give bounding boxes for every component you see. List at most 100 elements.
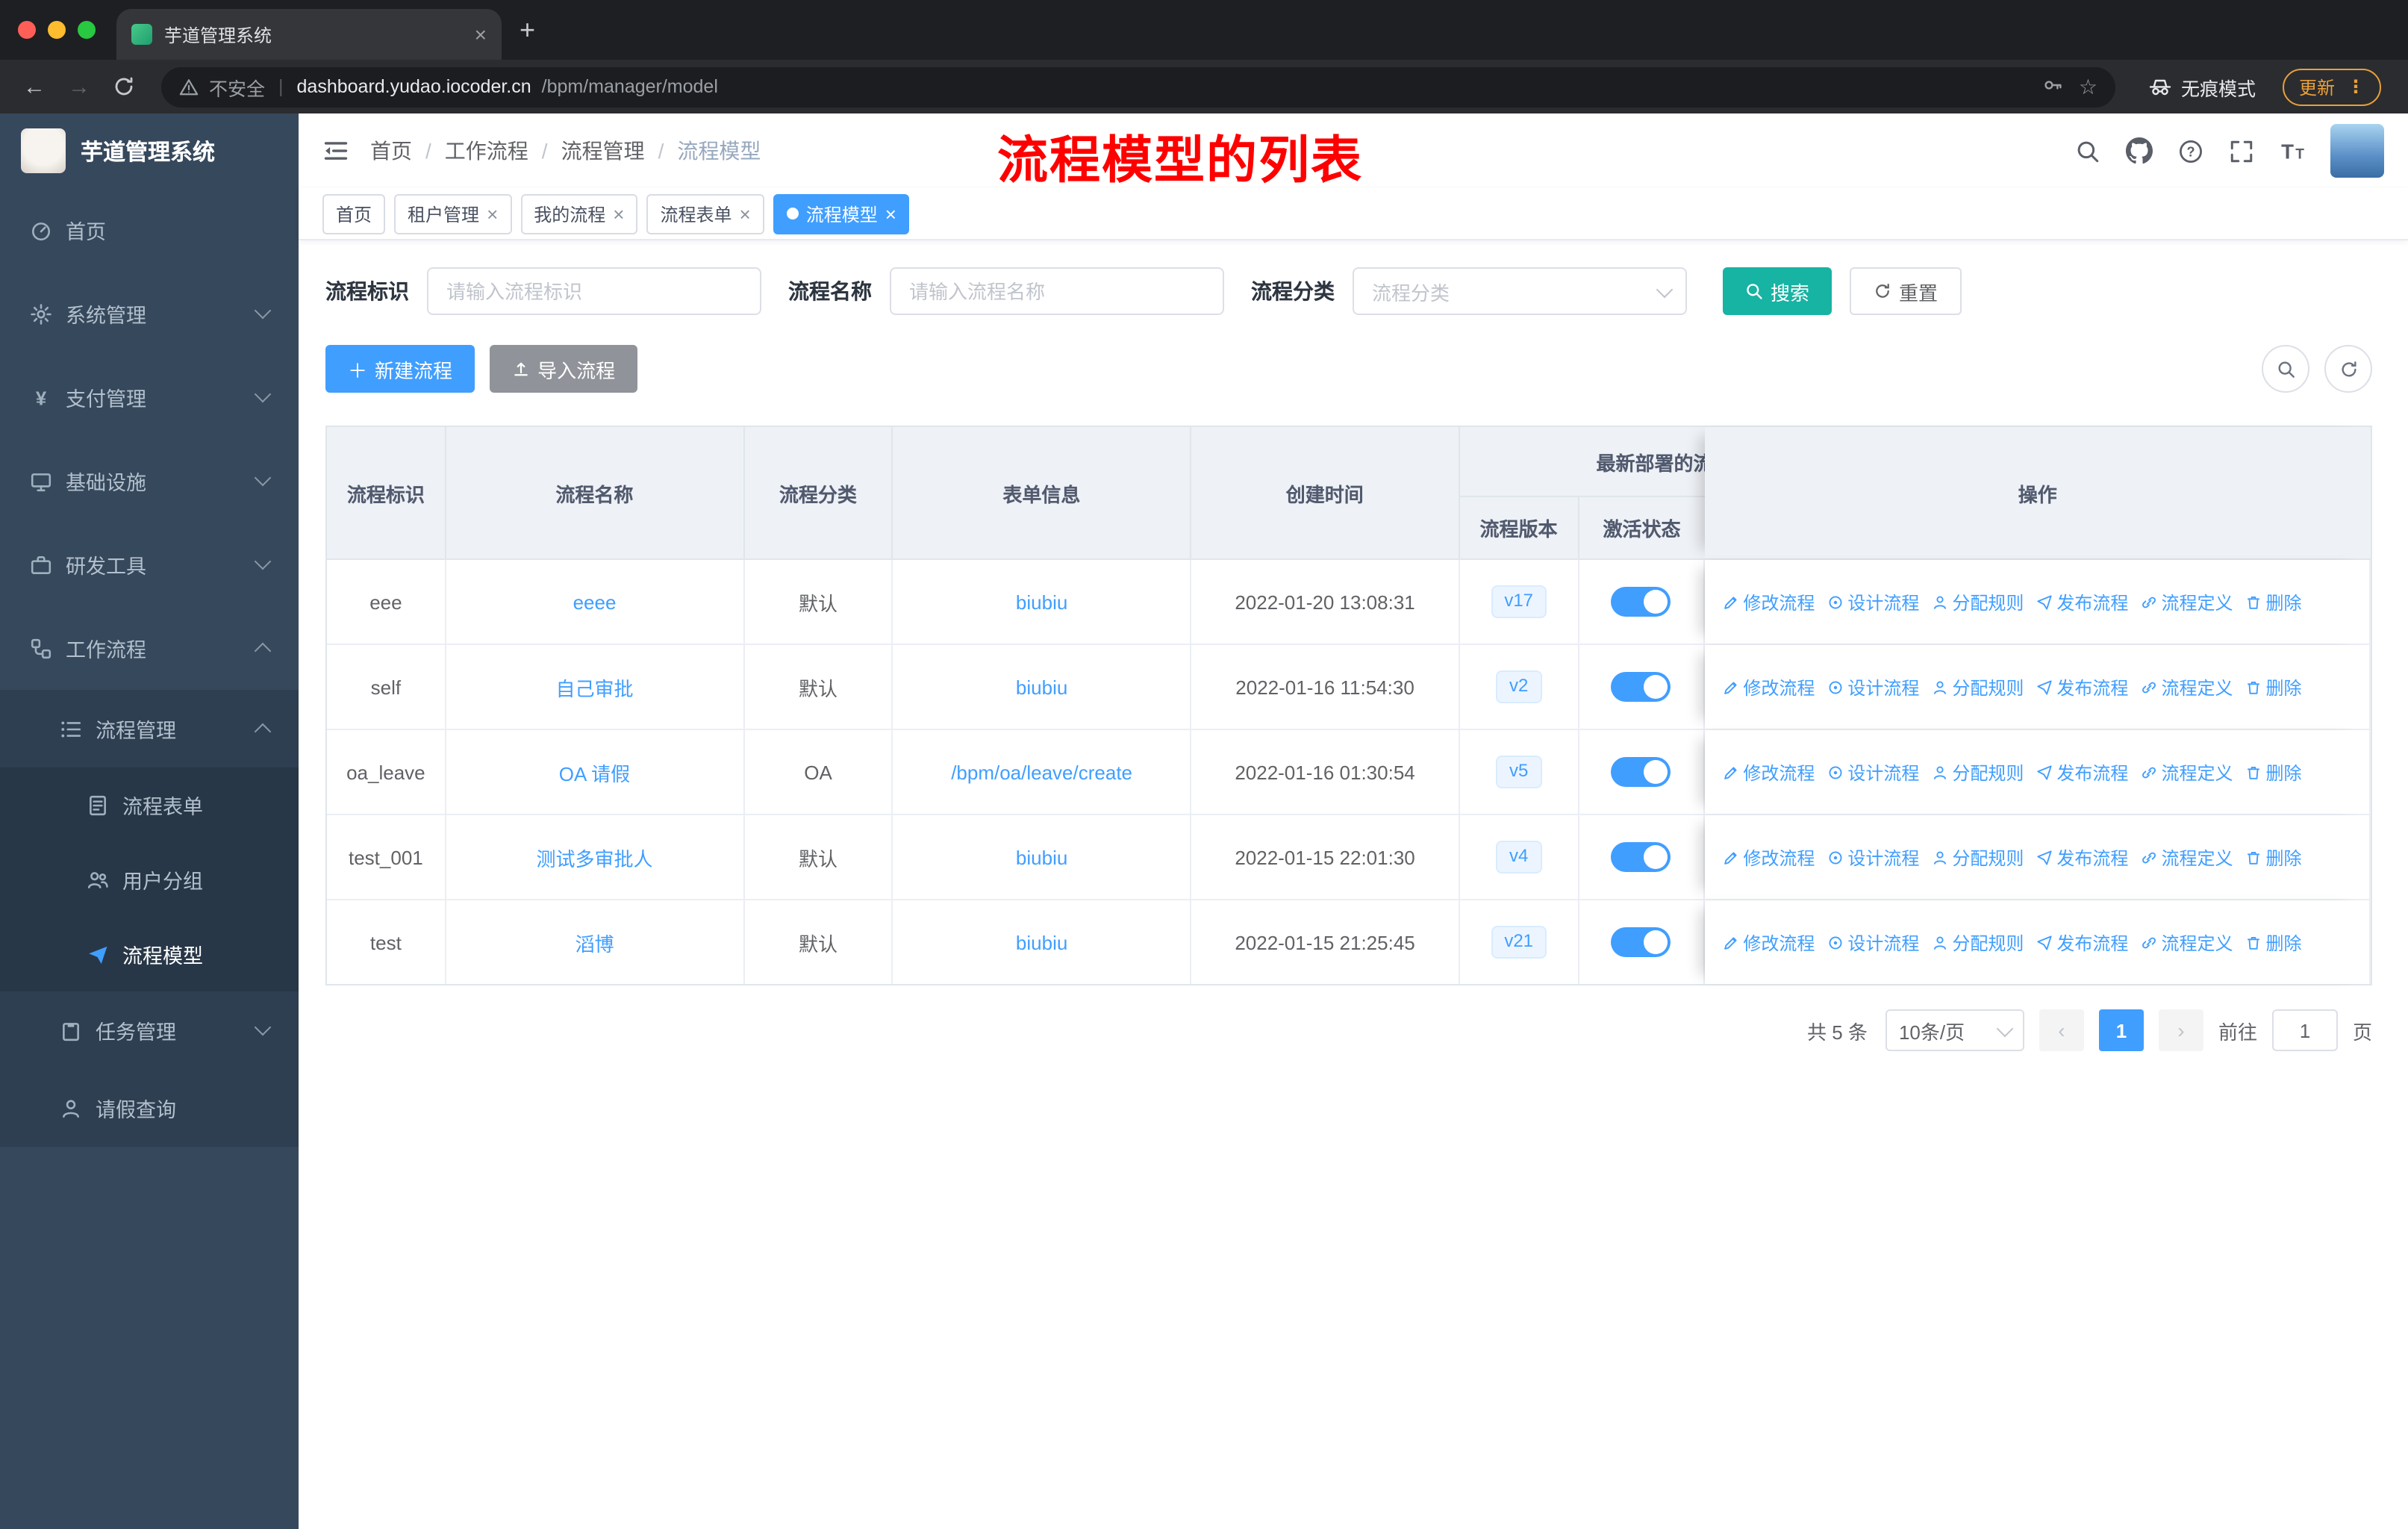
breadcrumb-item[interactable]: 流程管理 [561,136,645,166]
reset-button[interactable]: 重置 [1850,267,1962,315]
sidebar-item-leave-query[interactable]: 请假查询 [0,1069,299,1147]
create-process-button[interactable]: ＋ 新建流程 [325,345,475,393]
breadcrumb-item[interactable]: 工作流程 [445,136,528,166]
action-edit-link[interactable]: 修改流程 [1722,929,1815,955]
tag-process-model[interactable]: 流程模型 × [773,193,910,234]
sidebar-item-task-mgmt[interactable]: 任务管理 [0,991,299,1069]
action-define-link[interactable]: 流程定义 [2140,929,2233,955]
action-define-link[interactable]: 流程定义 [2140,844,2233,870]
close-icon[interactable]: × [885,204,896,223]
reload-button[interactable] [105,67,143,106]
sidebar-item-process-form[interactable]: 流程表单 [0,767,299,842]
process-name-link[interactable]: 滔博 [575,928,614,956]
active-toggle[interactable] [1611,927,1671,957]
toggle-search-button[interactable] [2262,345,2309,393]
action-delete-link[interactable]: 删除 [2245,759,2302,785]
action-design-link[interactable]: 设计流程 [1827,929,1919,955]
process-name-link[interactable]: 自己审批 [555,673,633,701]
sidebar-item-user-group[interactable]: 用户分组 [0,842,299,917]
form-info-link[interactable]: biubiu [1016,591,1067,613]
action-define-link[interactable]: 流程定义 [2140,674,2233,700]
action-edit-link[interactable]: 修改流程 [1722,844,1815,870]
sidebar-item-infra[interactable]: 基础设施 [0,439,299,523]
user-avatar[interactable] [2330,124,2384,178]
next-page-button[interactable]: › [2158,1009,2203,1051]
tag-tenant[interactable]: 租户管理 × [394,193,512,234]
font-size-icon[interactable]: TT [2280,138,2305,164]
action-delete-link[interactable]: 删除 [2245,844,2302,870]
forward-button[interactable]: → [60,67,99,106]
process-name-link[interactable]: eeee [573,591,617,613]
action-define-link[interactable]: 流程定义 [2140,759,2233,785]
import-process-button[interactable]: 导入流程 [490,345,638,393]
sidebar-item-system[interactable]: 系统管理 [0,272,299,355]
action-design-link[interactable]: 设计流程 [1827,759,1919,785]
minimize-window-icon[interactable] [48,21,66,39]
process-name-input[interactable] [890,267,1224,315]
action-delete-link[interactable]: 删除 [2245,929,2302,955]
active-toggle[interactable] [1611,842,1671,872]
close-window-icon[interactable] [18,21,36,39]
search-button[interactable]: 搜索 [1723,267,1832,315]
search-icon[interactable] [2075,138,2100,164]
tag-home[interactable]: 首页 [322,193,386,234]
bookmark-star-icon[interactable]: ☆ [2079,74,2097,99]
tab-close-icon[interactable]: × [475,24,487,45]
collapse-sidebar-button[interactable] [322,137,349,164]
address-bar[interactable]: 不安全 | dashboard.yudao.iocoder.cn /bpm/ma… [161,66,2115,107]
process-name-link[interactable]: OA 请假 [559,758,630,786]
page-size-select[interactable]: 10条/页 [1885,1009,2024,1051]
action-publish-link[interactable]: 发布流程 [2036,929,2128,955]
action-publish-link[interactable]: 发布流程 [2036,759,2128,785]
action-define-link[interactable]: 流程定义 [2140,589,2233,614]
process-id-input[interactable] [427,267,761,315]
action-assign-link[interactable]: 分配规则 [1931,674,2024,700]
form-info-link[interactable]: biubiu [1016,931,1067,953]
action-design-link[interactable]: 设计流程 [1827,674,1919,700]
action-delete-link[interactable]: 删除 [2245,589,2302,614]
close-icon[interactable]: × [740,204,751,223]
browser-tab[interactable]: 芋道管理系统 × [116,9,502,60]
process-name-link[interactable]: 测试多审批人 [536,843,652,871]
close-icon[interactable]: × [613,204,624,223]
form-info-link[interactable]: biubiu [1016,846,1067,868]
tag-process-form[interactable]: 流程表单 × [646,193,764,234]
sidebar-item-home[interactable]: 首页 [0,188,299,272]
action-publish-link[interactable]: 发布流程 [2036,844,2128,870]
goto-page-input[interactable] [2271,1009,2338,1051]
action-delete-link[interactable]: 删除 [2245,674,2302,700]
form-info-link[interactable]: biubiu [1016,676,1067,698]
process-category-select[interactable]: 流程分类 [1353,267,1687,315]
sidebar-item-process-model[interactable]: 流程模型 [0,917,299,991]
action-design-link[interactable]: 设计流程 [1827,589,1919,614]
action-publish-link[interactable]: 发布流程 [2036,674,2128,700]
action-design-link[interactable]: 设计流程 [1827,844,1919,870]
close-icon[interactable]: × [487,204,498,223]
new-tab-button[interactable]: + [502,0,553,60]
action-edit-link[interactable]: 修改流程 [1722,674,1815,700]
github-icon[interactable] [2126,137,2153,164]
help-icon[interactable]: ? [2178,138,2203,164]
action-publish-link[interactable]: 发布流程 [2036,589,2128,614]
back-button[interactable]: ← [15,67,54,106]
sidebar-item-process-mgmt[interactable]: 流程管理 [0,690,299,767]
active-toggle[interactable] [1611,672,1671,702]
action-assign-link[interactable]: 分配规则 [1931,844,2024,870]
sidebar-item-workflow[interactable]: 工作流程 [0,606,299,690]
browser-menu-icon[interactable]: ⋮ [2347,76,2365,97]
breadcrumb-item[interactable]: 首页 [370,136,412,166]
prev-page-button[interactable]: ‹ [2039,1009,2084,1051]
form-info-link[interactable]: /bpm/oa/leave/create [951,761,1132,783]
refresh-table-button[interactable] [2324,345,2372,393]
tag-my-process[interactable]: 我的流程 × [520,193,638,234]
action-edit-link[interactable]: 修改流程 [1722,589,1815,614]
action-assign-link[interactable]: 分配规则 [1931,759,2024,785]
update-button[interactable]: 更新 ⋮ [2282,68,2381,105]
action-edit-link[interactable]: 修改流程 [1722,759,1815,785]
password-key-icon[interactable] [2043,74,2064,99]
action-assign-link[interactable]: 分配规则 [1931,929,2024,955]
active-toggle[interactable] [1611,587,1671,617]
action-assign-link[interactable]: 分配规则 [1931,589,2024,614]
sidebar-item-payment[interactable]: ¥ 支付管理 [0,355,299,439]
active-toggle[interactable] [1611,757,1671,787]
